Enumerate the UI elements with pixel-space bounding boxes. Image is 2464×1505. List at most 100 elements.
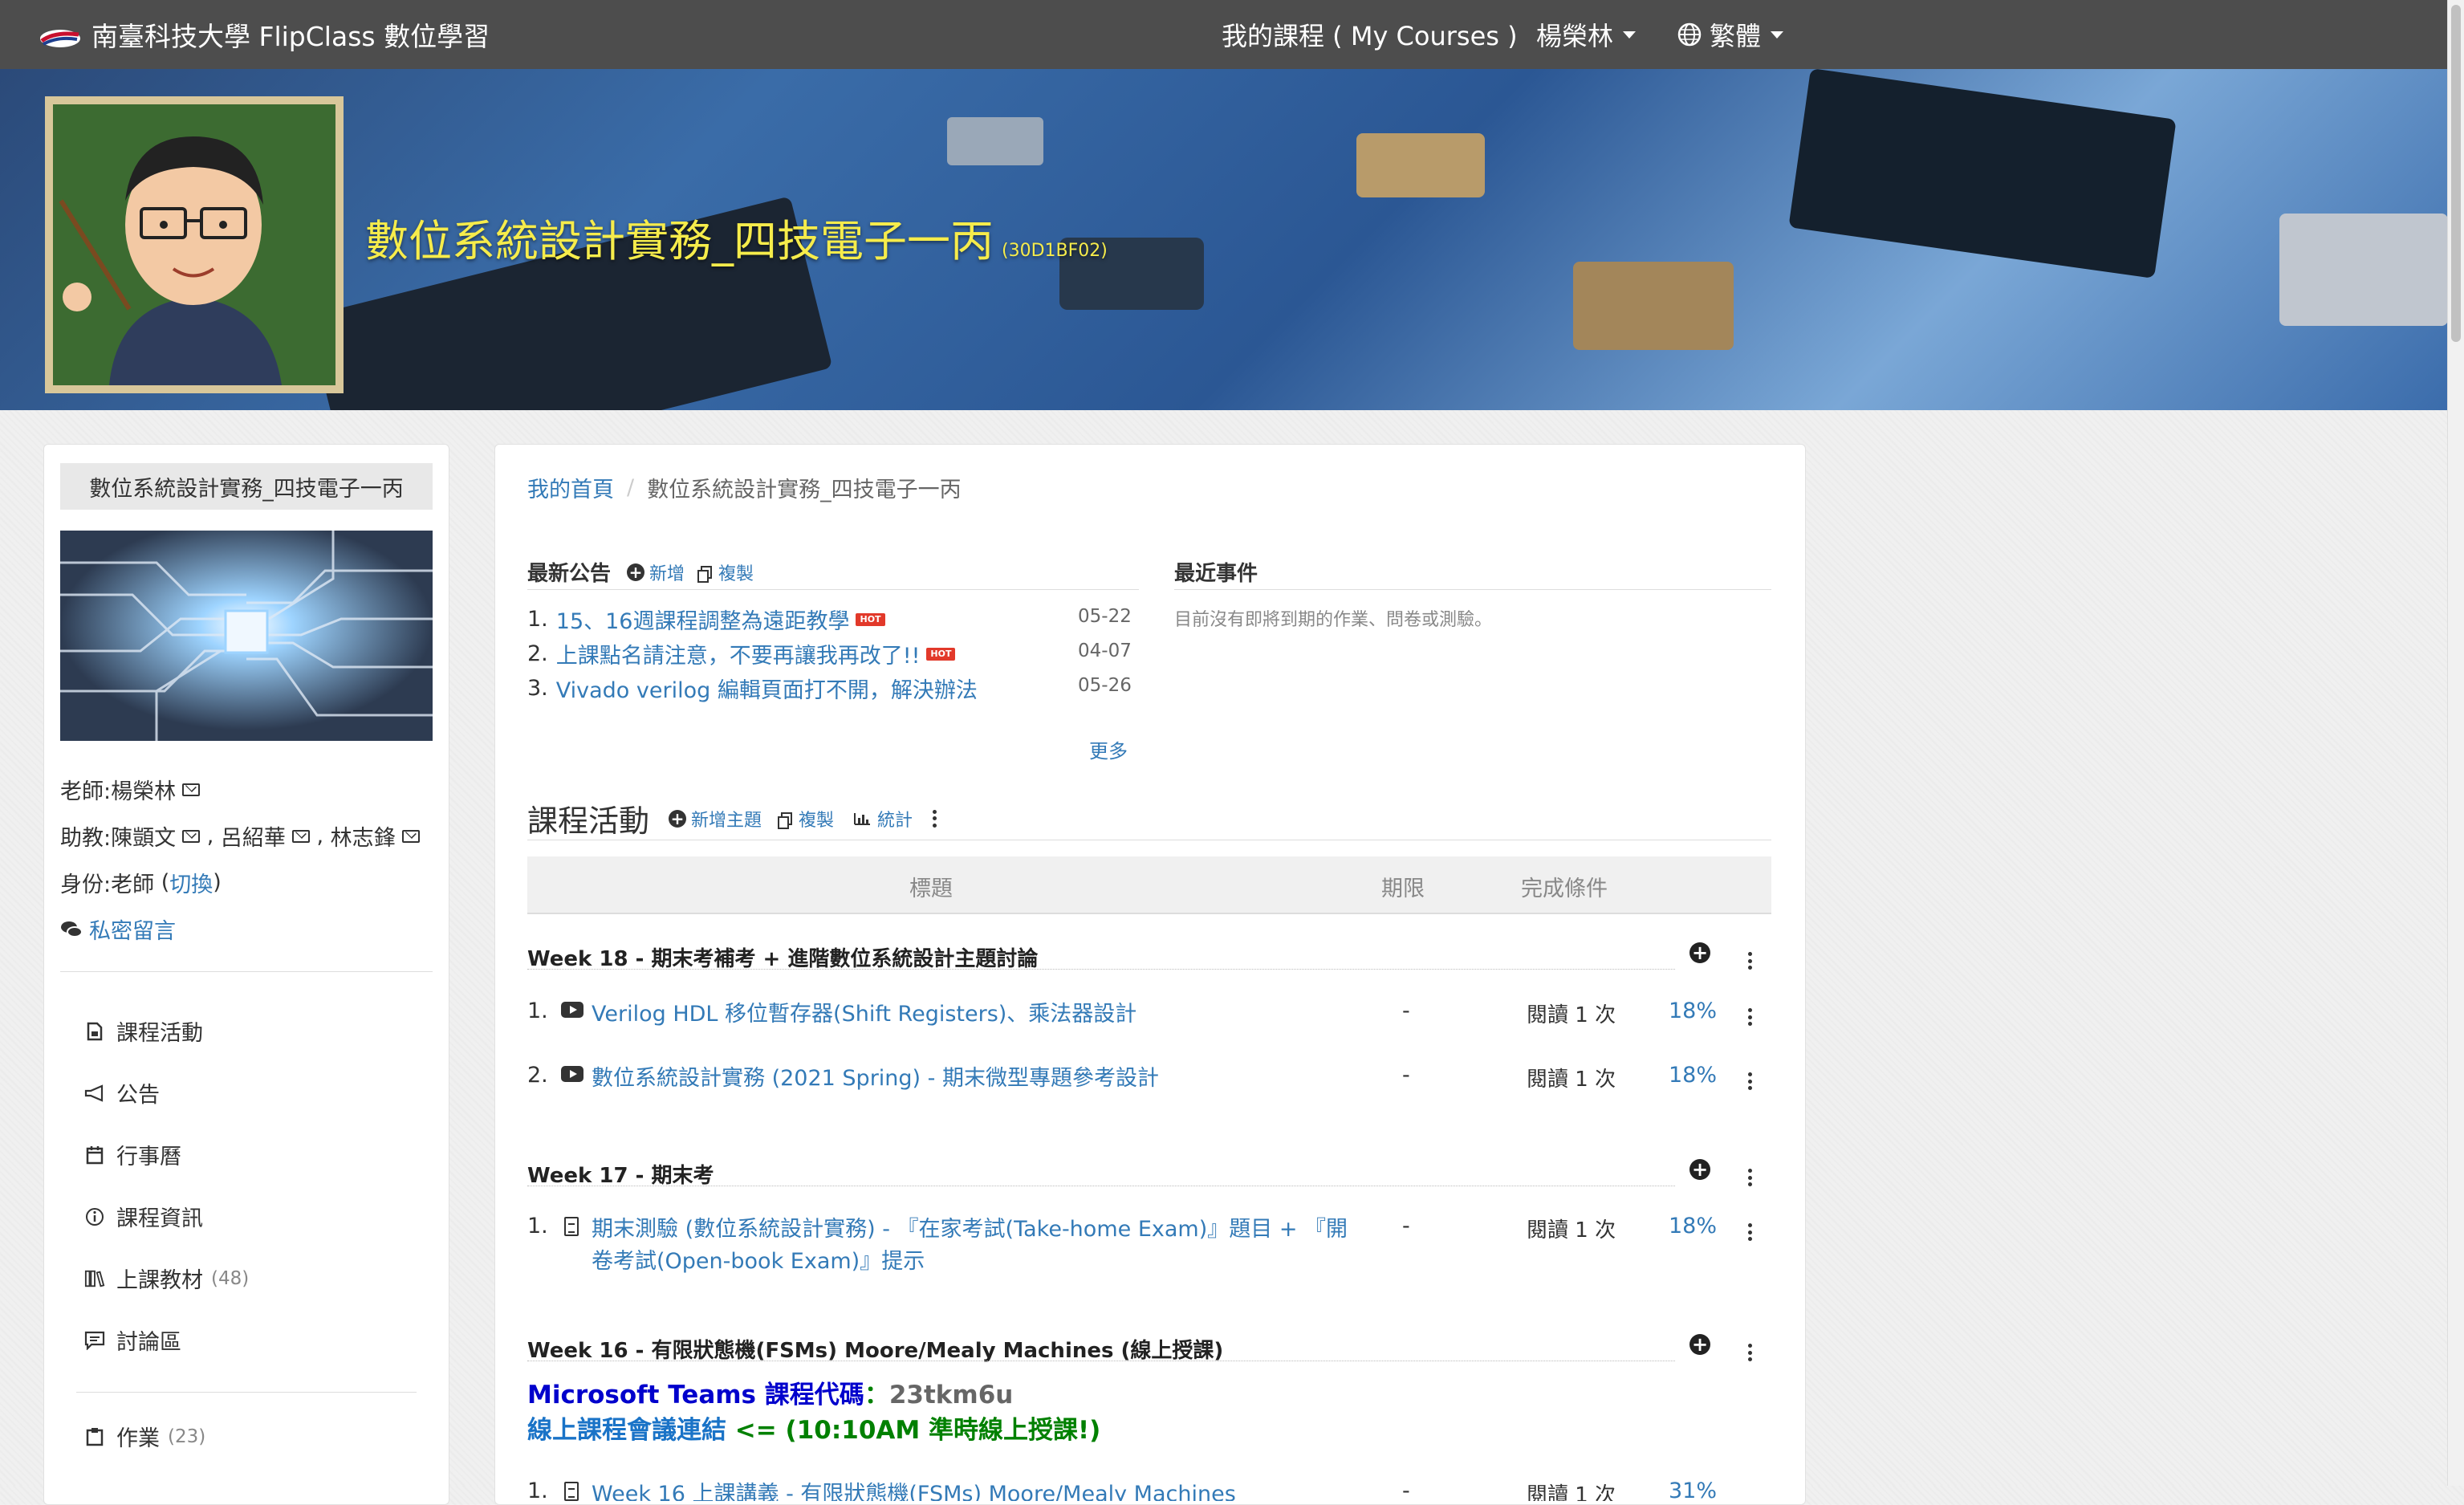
teacher-info: 老師: 楊榮林: [60, 774, 201, 805]
column-title: 標題: [909, 877, 953, 901]
activity-link[interactable]: Week 16 上課講義 - 有限狀態機(FSMs) Moore/Mealy M…: [592, 1479, 1362, 1501]
ta-name: 呂紹華: [220, 826, 286, 851]
row-menu-button[interactable]: [1747, 1215, 1752, 1241]
announcements-underline: [527, 589, 1139, 590]
add-topic-button[interactable]: + 新增主題: [669, 806, 762, 832]
week-menu-button[interactable]: [1747, 1336, 1752, 1361]
nav-language-menu[interactable]: 繁體: [1677, 13, 1784, 56]
row-menu-button[interactable]: [1747, 1000, 1752, 1026]
sidebar-item-forum[interactable]: 討論區: [84, 1324, 181, 1356]
week-divider: [527, 1360, 1675, 1361]
column-deadline: 期限: [1381, 877, 1425, 901]
stats-button[interactable]: 統計: [853, 806, 913, 832]
row-completion-percent[interactable]: 18%: [1669, 999, 1717, 1023]
add-announcement-button[interactable]: + 新增: [627, 559, 685, 585]
role-info: 身份: 老師 (切換): [60, 867, 222, 898]
meeting-link[interactable]: 線上課程會議連結: [527, 1416, 735, 1445]
announcement-link[interactable]: 15、16週課程調整為遠距教學: [556, 604, 850, 635]
comments-icon: [60, 920, 83, 939]
kebab-icon: [1747, 1072, 1752, 1090]
activity-row: 1. Week 16 上課講義 - 有限狀態機(FSMs) Moore/Meal…: [527, 1469, 1771, 1501]
role-switch-link[interactable]: 切換: [169, 867, 213, 898]
kebab-icon: [1747, 1344, 1752, 1361]
main-panel: 我的首頁 / 數位系統設計實務_四技電子一丙 最新公告 + 新增 複製 1. 15…: [494, 444, 1806, 1505]
sidebar-course-name: 數位系統設計實務_四技電子一丙: [60, 463, 433, 510]
add-label: 新增: [649, 563, 685, 584]
role-value: 老師: [111, 872, 155, 897]
youtube-icon: [561, 1002, 583, 1018]
more-announcements-link[interactable]: 更多: [1089, 735, 1128, 763]
week-menu-button[interactable]: [1747, 944, 1752, 970]
sidebar-item-announcements[interactable]: 公告: [84, 1077, 160, 1108]
add-activity-icon[interactable]: +: [1689, 1159, 1710, 1180]
copy-activity-button[interactable]: 複製: [778, 806, 834, 832]
row-completion-percent[interactable]: 18%: [1669, 1214, 1717, 1239]
row-condition: 閱讀 1 次: [1527, 1003, 1616, 1027]
activity-link[interactable]: 期末測驗 (數位系統設計實務) - 『在家考試(Take-home Exam)』…: [592, 1214, 1362, 1278]
row-deadline: -: [1402, 999, 1410, 1023]
ta-separator: ,: [309, 824, 331, 848]
course-code: (30D1BF02): [1002, 241, 1108, 261]
document-icon: [564, 1482, 579, 1501]
row-completion-percent[interactable]: 31%: [1669, 1479, 1717, 1501]
row-deadline: -: [1402, 1479, 1410, 1501]
announcement-link[interactable]: 上課點名請注意，不要再讓我再改了!!: [556, 638, 921, 669]
announcement-link[interactable]: Vivado verilog 編輯頁面打不開，解決辦法: [556, 673, 978, 704]
teams-label: Microsoft Teams 課程代碼: [527, 1381, 864, 1409]
copy-icon: [697, 565, 713, 583]
activities-table-header: 標題 期限 完成條件: [527, 856, 1771, 914]
row-menu-button[interactable]: [1747, 1064, 1752, 1090]
sidebar-item-activities[interactable]: 課程活動: [84, 1015, 203, 1047]
events-empty-text: 目前沒有即將到期的作業、問卷或測驗。: [1174, 610, 1493, 630]
sidebar-item-label: 行事曆: [116, 1145, 181, 1169]
activities-header: 課程活動 + 新增主題 複製 統計: [527, 796, 937, 840]
row-number: 2.: [527, 1063, 548, 1088]
row-completion-percent[interactable]: 18%: [1669, 1063, 1717, 1088]
mail-icon[interactable]: [291, 829, 310, 843]
banner-chip-shape: [1788, 69, 2177, 279]
sidebar-item-homework[interactable]: 作業 (23): [84, 1421, 205, 1452]
copy-label: 複製: [718, 563, 754, 584]
activity-link[interactable]: 數位系統設計實務 (2021 Spring) - 期末微型專題參考設計: [592, 1063, 1362, 1095]
breadcrumb-home[interactable]: 我的首頁: [527, 472, 614, 503]
activities-more-button[interactable]: [932, 809, 937, 828]
activity-row: 1. 期末測驗 (數位系統設計實務) - 『在家考試(Take-home Exa…: [527, 1214, 1771, 1278]
activity-link[interactable]: Verilog HDL 移位暫存器(Shift Registers)、乘法器設計: [592, 999, 1362, 1031]
add-activity-icon[interactable]: +: [1689, 1334, 1710, 1355]
sidebar-item-calendar[interactable]: 行事曆: [84, 1139, 181, 1170]
mail-icon[interactable]: [182, 829, 201, 843]
kebab-icon: [1747, 1223, 1752, 1241]
sidebar-item-course-info[interactable]: 課程資訊: [84, 1201, 203, 1232]
row-condition: 閱讀 1 次: [1527, 1068, 1616, 1092]
page-scrollbar[interactable]: [2447, 0, 2464, 1486]
row-number: 1.: [527, 999, 548, 1023]
stats-label: 統計: [877, 810, 913, 831]
announcement-date: 04-07: [1078, 641, 1132, 661]
events-title: 最近事件: [1174, 562, 1258, 586]
announcements-header: 最新公告 + 新增 複製: [527, 557, 754, 587]
add-activity-icon[interactable]: +: [1689, 942, 1710, 963]
week-menu-button[interactable]: [1747, 1161, 1752, 1186]
nav-my-courses[interactable]: 我的課程 ( My Courses ): [1222, 13, 1518, 56]
sidebar-item-label: 課程資訊: [116, 1206, 203, 1231]
banner-chip-shape: [1573, 262, 1734, 350]
mail-icon[interactable]: [182, 783, 201, 796]
course-banner: 數位系統設計實務_四技電子一丙 (30D1BF02): [0, 69, 2448, 410]
left-sidebar: 數位系統設計實務_四技電子一丙 老師: 楊榮林 助教: 陳顗文 , 呂紹華 , …: [43, 444, 449, 1505]
teacher-avatar: [45, 96, 344, 393]
mail-icon[interactable]: [401, 829, 420, 843]
ta-label: 助教:: [60, 826, 112, 851]
nav-user-menu[interactable]: 楊榮林: [1536, 13, 1637, 56]
youtube-icon: [561, 1066, 583, 1082]
brand-link[interactable]: 南臺科技大學 FlipClass 數位學習: [39, 13, 490, 56]
copy-announcement-button[interactable]: 複製: [697, 559, 754, 585]
week-divider: [527, 1185, 1675, 1186]
ta-info: 助教: 陳顗文 , 呂紹華 , 林志鋒: [60, 820, 420, 852]
scrollbar-thumb[interactable]: [2451, 5, 2461, 342]
private-message-link[interactable]: 私密留言: [60, 913, 176, 945]
kebab-icon: [932, 809, 937, 828]
brand-text: 南臺科技大學 FlipClass 數位學習: [91, 21, 490, 52]
announcement-date: 05-26: [1078, 675, 1132, 696]
sidebar-item-materials[interactable]: 上課教材 (48): [84, 1263, 249, 1294]
plus-circle-icon: +: [669, 809, 687, 828]
